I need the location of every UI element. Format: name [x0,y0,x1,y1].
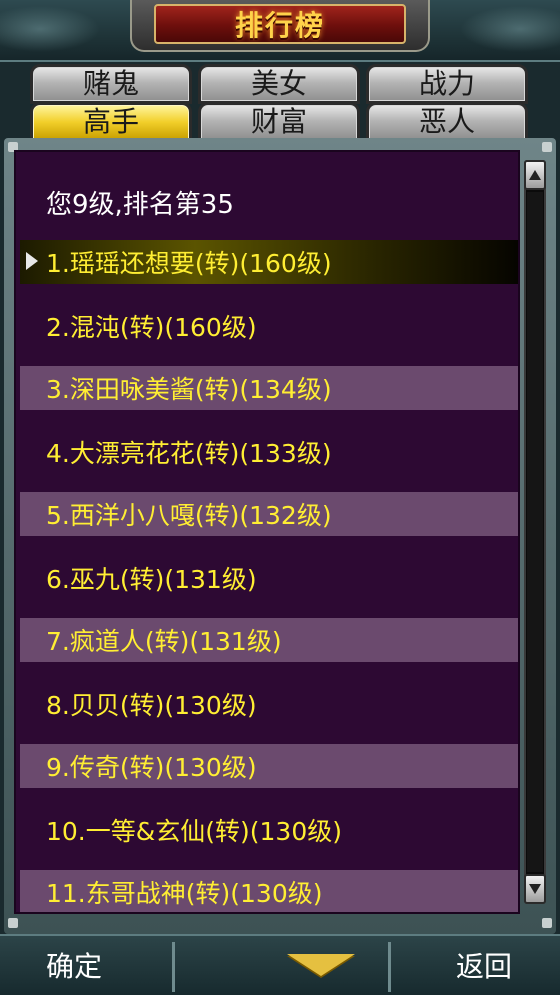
back-button[interactable]: 返回 [456,945,512,985]
chevron-down-icon [529,884,541,894]
tab-label: 恶人 [418,105,475,138]
tab-label: 财富 [250,105,307,138]
ranking-row-text: 8.贝贝(转)(130级) [46,691,257,720]
cloud-ornament-right-icon [460,6,560,52]
top-bar: 排行榜 [0,0,560,62]
tab-label: 美女 [250,67,307,100]
scroll-down-button[interactable] [524,874,546,904]
selection-pointer-icon [26,252,38,270]
tab-beauty[interactable]: 美女 [198,64,360,104]
ranking-row-9[interactable]: 9.传奇(转)(130级) [20,744,518,788]
confirm-button[interactable]: 确定 [46,945,102,985]
ranking-row-text: 1.瑶瑶还想要(转)(160级) [46,249,332,278]
tab-master[interactable]: 高手 [30,102,192,142]
ranking-row-text: 3.深田咏美酱(转)(134级) [46,375,332,404]
ranking-list: 您9级,排名第35 1.瑶瑶还想要(转)(160级) 2.混沌(转)(160级)… [14,150,520,914]
ranking-row-text: 6.巫九(转)(131级) [46,565,257,594]
tab-label: 赌鬼 [82,67,139,100]
tab-gambler[interactable]: 赌鬼 [30,64,192,104]
title-plate: 排行榜 [130,0,430,52]
chevron-up-icon [529,170,541,180]
title-inner: 排行榜 [154,4,406,44]
ranking-row-10[interactable]: 10.一等&玄仙(转)(130级) [20,808,518,852]
ranking-row-7[interactable]: 7.疯道人(转)(131级) [20,618,518,662]
cloud-ornament-left-icon [0,6,100,52]
rivet-icon [542,918,552,928]
ranking-row-4[interactable]: 4.大漂亮花花(转)(133级) [20,430,518,474]
ranking-row-text: 11.东哥战神(转)(130级) [46,879,323,908]
rivet-icon [8,918,18,928]
ranking-row-text: 7.疯道人(转)(131级) [46,627,282,656]
rivet-icon [542,142,552,152]
ranking-row-8[interactable]: 8.贝贝(转)(130级) [20,682,518,726]
ranking-row-2[interactable]: 2.混沌(转)(160级) [20,304,518,348]
tab-villain[interactable]: 恶人 [366,102,528,142]
ranking-row-text: 10.一等&玄仙(转)(130级) [46,817,342,846]
ranking-row-text: 9.传奇(转)(130级) [46,753,257,782]
page-title: 排行榜 [234,9,325,42]
divider [172,942,175,992]
my-rank-text: 您9级,排名第35 [46,190,234,220]
tab-label: 战力 [418,67,475,100]
ranking-row-1[interactable]: 1.瑶瑶还想要(转)(160级) [20,240,518,284]
tab-label: 高手 [82,105,139,138]
tab-wealth[interactable]: 财富 [198,102,360,142]
scroll-up-button[interactable] [524,160,546,190]
ranking-row-3[interactable]: 3.深田咏美酱(转)(134级) [20,366,518,410]
ranking-row-11[interactable]: 11.东哥战神(转)(130级) [20,870,518,912]
menu-arrow-button[interactable] [286,950,356,980]
divider [388,942,391,992]
scrollbar-thumb[interactable] [527,192,543,872]
ranking-row-text: 4.大漂亮花花(转)(133级) [46,439,332,468]
ranking-row-text: 2.混沌(转)(160级) [46,313,257,342]
tab-power[interactable]: 战力 [366,64,528,104]
triangle-down-icon [287,954,355,976]
ranking-row-6[interactable]: 6.巫九(转)(131级) [20,556,518,600]
ranking-row-5[interactable]: 5.西洋小八嘎(转)(132级) [20,492,518,536]
ranking-row-text: 5.西洋小八嘎(转)(132级) [46,501,332,530]
